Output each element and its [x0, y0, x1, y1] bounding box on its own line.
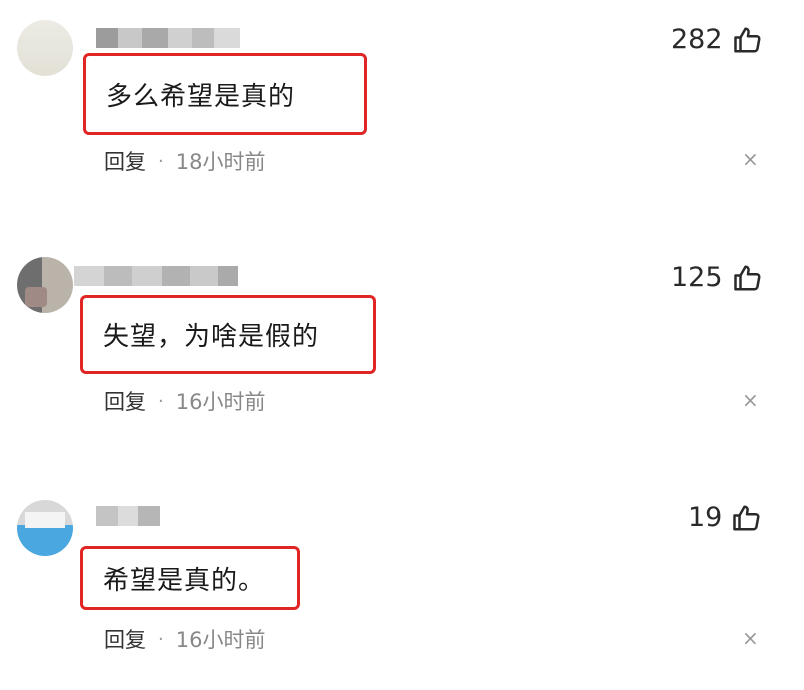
reply-button[interactable]: 回复 — [104, 624, 146, 654]
comment-highlight-box: 希望是真的。 — [80, 546, 300, 610]
separator-dot: · — [158, 390, 164, 412]
close-icon[interactable]: × — [742, 388, 759, 412]
thumbs-up-icon — [733, 265, 761, 291]
like-count: 125 — [671, 262, 723, 293]
avatar[interactable] — [17, 20, 73, 76]
close-icon[interactable]: × — [742, 626, 759, 650]
comment-meta: 回复 · 16小时前 — [104, 386, 265, 416]
separator-dot: · — [158, 150, 164, 172]
like-button[interactable]: 19 — [688, 502, 762, 533]
separator-dot: · — [158, 628, 164, 650]
comment-highlight-box: 失望，为啥是假的 — [80, 295, 376, 374]
close-icon[interactable]: × — [742, 147, 759, 171]
comment-meta: 回复 · 18小时前 — [104, 146, 265, 176]
comment-text: 失望，为啥是假的 — [103, 322, 320, 352]
reply-button[interactable]: 回复 — [104, 146, 146, 176]
timestamp: 18小时前 — [175, 150, 266, 174]
reply-button[interactable]: 回复 — [104, 386, 146, 416]
timestamp: 16小时前 — [175, 628, 266, 652]
username-blurred[interactable] — [96, 28, 240, 48]
like-button[interactable]: 125 — [671, 262, 763, 293]
username-blurred[interactable] — [74, 266, 238, 286]
thumbs-up-icon — [733, 505, 760, 531]
like-count: 282 — [671, 24, 723, 55]
like-button[interactable]: 282 — [671, 24, 763, 55]
thumbs-up-icon — [733, 27, 761, 53]
comment-highlight-box: 多么希望是真的 — [83, 53, 367, 135]
avatar[interactable] — [17, 500, 73, 556]
username-blurred[interactable] — [96, 506, 160, 526]
like-count: 19 — [688, 502, 723, 533]
comment-meta: 回复 · 16小时前 — [104, 624, 265, 654]
comment-text: 希望是真的。 — [103, 565, 266, 596]
comment-text: 多么希望是真的 — [106, 81, 296, 112]
timestamp: 16小时前 — [175, 390, 266, 414]
avatar[interactable] — [17, 257, 73, 313]
